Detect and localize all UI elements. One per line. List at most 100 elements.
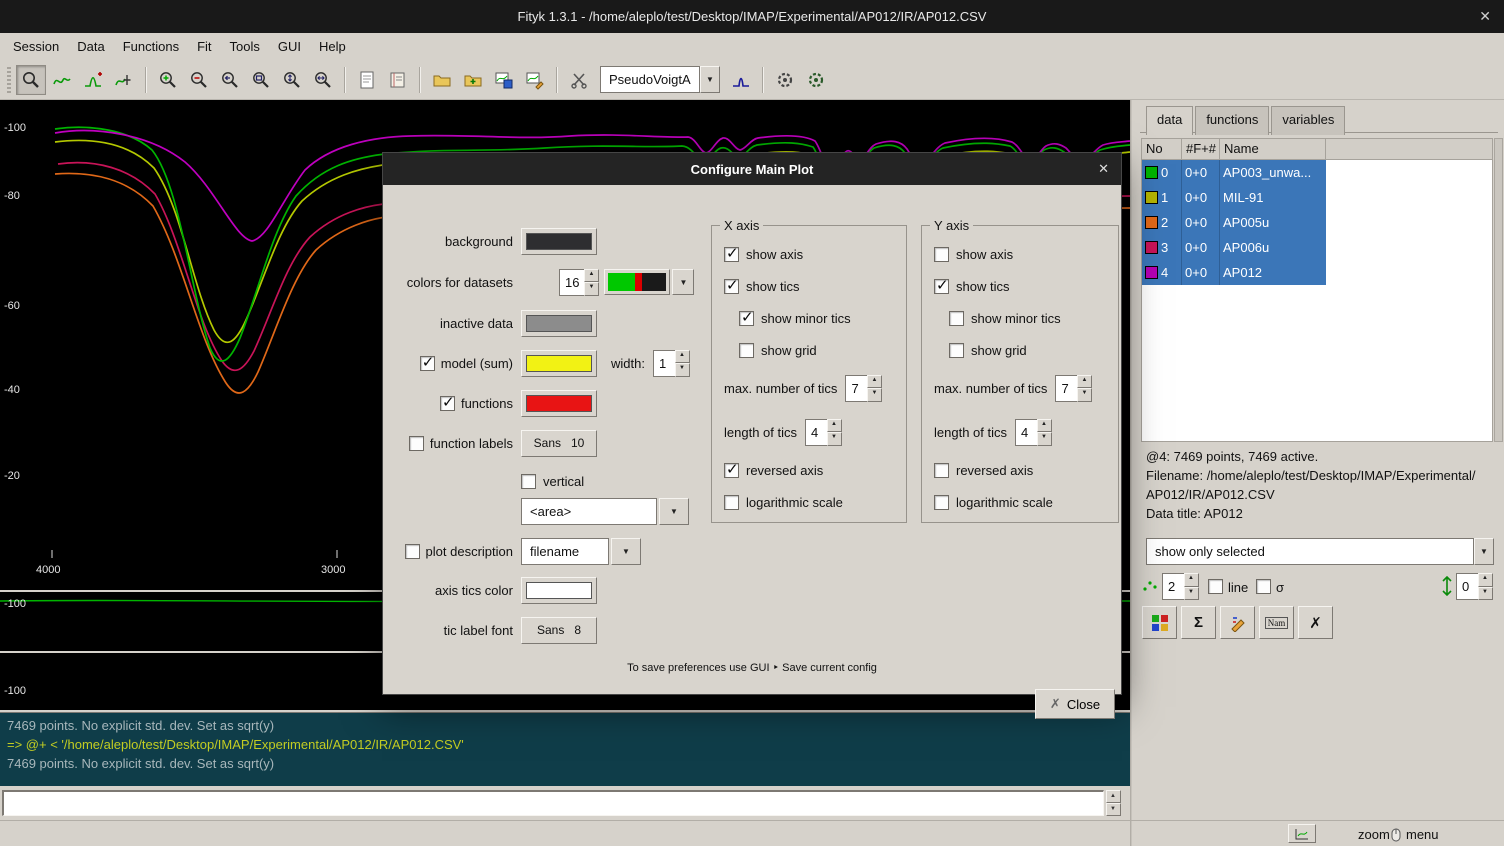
input-history-buttons[interactable] [1106,790,1121,816]
run-fit-button[interactable] [801,65,831,95]
data-properties-button[interactable] [352,65,382,95]
peak-type-combo[interactable]: PseudoVoigtA [600,66,720,93]
background-color-button[interactable] [521,228,597,255]
dataset-colors-button[interactable] [1142,606,1177,639]
spin-down-button[interactable] [1037,432,1052,446]
y-max-tics-spinner[interactable]: 7 [1055,375,1092,402]
rename-button[interactable]: Nam [1259,606,1294,639]
zoom-out-button[interactable] [184,65,214,95]
spin-down-button[interactable] [1184,587,1199,601]
spin-up-button[interactable] [584,269,599,283]
status-plot-button[interactable] [1288,824,1316,843]
axis-tics-color-button[interactable] [521,577,597,604]
spin-down-button[interactable] [675,363,690,377]
spin-up-button[interactable] [867,375,882,389]
spin-up-button[interactable] [1478,573,1493,587]
manual-fit-button[interactable] [770,65,800,95]
peak-type-dropdown-button[interactable] [700,66,720,93]
y-reversed-axis-checkbox[interactable] [934,463,949,478]
y-tic-length-spinner[interactable]: 4 [1015,419,1052,446]
y-show-tics-checkbox[interactable] [934,279,949,294]
table-scrollbar[interactable] [1494,138,1503,442]
model-width-spinner[interactable]: 1 [653,350,690,377]
table-row-4[interactable]: 4 0+0 AP012 [1142,260,1326,285]
inactive-data-color-button[interactable] [521,310,597,337]
plot-description-checkbox[interactable] [405,544,420,559]
menu-gui[interactable]: GUI [269,35,310,58]
x-show-axis-checkbox[interactable] [724,247,739,262]
window-close-button[interactable]: ✕ [1479,8,1491,25]
column-header-name[interactable]: Name [1220,139,1326,159]
x-reversed-axis-checkbox[interactable] [724,463,739,478]
zoom-all-button[interactable] [246,65,276,95]
x-show-tics-checkbox[interactable] [724,279,739,294]
y-log-scale-checkbox[interactable] [934,495,949,510]
zoom-vertical-button[interactable] [277,65,307,95]
menu-data[interactable]: Data [68,35,113,58]
toolbar-grip[interactable] [7,67,11,93]
dataset-colors-count-spinner[interactable]: 16 [559,269,599,296]
spin-up-button[interactable] [1077,375,1092,389]
tab-functions[interactable]: functions [1195,106,1269,135]
spin-up-button[interactable] [1037,419,1052,433]
tab-data[interactable]: data [1146,106,1193,135]
model-color-button[interactable] [521,350,597,377]
zoom-previous-button[interactable] [215,65,245,95]
x-max-tics-spinner[interactable]: 7 [845,375,882,402]
save-session-button[interactable] [489,65,519,95]
show-filter-combo[interactable]: show only selected [1146,538,1494,565]
spin-down-button[interactable] [827,432,842,446]
spin-down-button[interactable] [867,388,882,402]
zoom-horizontal-button[interactable] [308,65,338,95]
edit-data-button[interactable] [1220,606,1255,639]
point-size-spinner[interactable]: 2 [1162,573,1199,600]
data-editor-button[interactable] [564,65,594,95]
dialog-close-icon[interactable]: ✕ [1098,161,1109,177]
vertical-splitter[interactable] [1130,100,1132,846]
table-row-1[interactable]: 1 0+0 MIL-91 [1142,185,1326,210]
dataset-colors-dropdown-button[interactable] [672,269,694,295]
spin-down-button[interactable] [1077,388,1092,402]
column-header-functions[interactable]: #F+# [1182,139,1220,159]
menu-functions[interactable]: Functions [114,35,188,58]
functions-color-button[interactable] [521,390,597,417]
model-sum-checkbox[interactable] [420,356,435,371]
sigma-checkbox[interactable] [1256,579,1271,594]
y-show-grid-checkbox[interactable] [949,343,964,358]
y-shift-spinner[interactable]: 0 [1456,573,1493,600]
spin-up-button[interactable] [1184,573,1199,587]
history-up-button[interactable] [1106,790,1121,803]
y-show-axis-checkbox[interactable] [934,247,949,262]
label-font-button[interactable]: Sans 10 [521,430,597,457]
tab-variables[interactable]: variables [1271,106,1345,135]
open-data-button[interactable] [427,65,457,95]
append-data-button[interactable] [458,65,488,95]
zoom-in-button[interactable] [153,65,183,95]
table-row-3[interactable]: 3 0+0 AP006u [1142,235,1326,260]
dataset-colors-preview[interactable] [604,269,670,295]
dialog-close-button[interactable]: ✗ Close [1035,689,1115,719]
label-content-dropdown-button[interactable] [659,498,689,525]
spin-down-button[interactable] [1478,587,1493,601]
y-show-minor-tics-checkbox[interactable] [949,311,964,326]
history-down-button[interactable] [1106,803,1121,816]
description-dropdown-button[interactable] [611,538,641,565]
column-header-no[interactable]: No [1142,139,1182,159]
x-log-scale-checkbox[interactable] [724,495,739,510]
data-range-mode-button[interactable] [47,65,77,95]
line-checkbox[interactable] [1208,579,1223,594]
label-content-select[interactable]: <area> [521,498,657,525]
tic-font-button[interactable]: Sans 8 [521,617,597,644]
command-input[interactable] [2,790,1104,816]
vertical-checkbox[interactable] [521,474,536,489]
zoom-mode-button[interactable] [16,65,46,95]
spin-down-button[interactable] [584,282,599,296]
x-tic-length-spinner[interactable]: 4 [805,419,842,446]
table-row-0[interactable]: 0 0+0 AP003_unwa... [1142,160,1326,185]
session-log-button[interactable] [383,65,413,95]
delete-dataset-button[interactable]: ✗ [1298,606,1333,639]
functions-checkbox[interactable] [440,396,455,411]
x-show-grid-checkbox[interactable] [739,343,754,358]
menu-session[interactable]: Session [4,35,68,58]
sum-button[interactable]: Σ [1181,606,1216,639]
